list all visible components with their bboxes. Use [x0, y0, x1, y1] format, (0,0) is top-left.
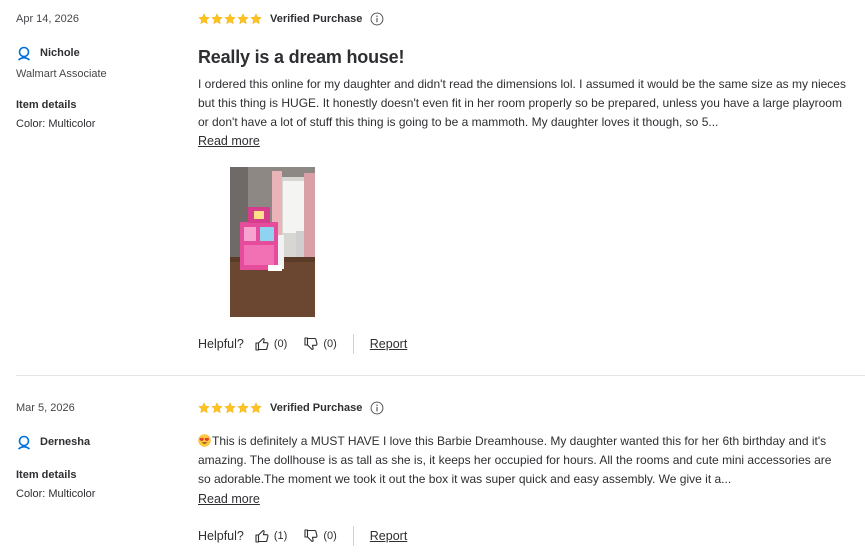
review-body: This is definitely a MUST HAVE I love th… — [198, 434, 832, 486]
helpful-up-button[interactable]: (0) — [254, 336, 287, 352]
helpful-divider — [352, 526, 354, 546]
user-icon — [17, 46, 31, 61]
read-more-link[interactable]: Read more — [198, 492, 260, 506]
helpful-down-count: (0) — [323, 530, 337, 542]
heart-eyes-emoji — [198, 434, 211, 447]
review-title: Really is a dream house! — [198, 47, 405, 67]
helpful-row: Helpful? (0) (0) Report — [198, 334, 407, 354]
reviewer-name: Dernesha — [40, 436, 91, 448]
item-details-label: Item details — [16, 99, 77, 111]
report-link[interactable]: Report — [370, 529, 408, 543]
review-card: Apr 14, 2026 Nichole Walmart Associate I… — [0, 0, 865, 376]
star-icon — [237, 402, 249, 414]
star-icon — [237, 13, 249, 25]
rating-row: Verified Purchase — [198, 401, 384, 415]
review-card: Mar 5, 2026 Dernesha Item details Color:… — [0, 376, 865, 552]
helpful-down-button[interactable]: (0) — [303, 528, 337, 544]
thumbs-up-icon — [255, 529, 269, 543]
review-body: I ordered this online for my daughter an… — [198, 77, 846, 129]
helpful-row: Helpful? (1) (0) Report — [198, 526, 407, 546]
helpful-down-button[interactable]: (0) — [303, 336, 337, 352]
verified-purchase-label: Verified Purchase — [270, 402, 363, 414]
helpful-up-count: (1) — [273, 530, 288, 542]
reviewer: Dernesha — [16, 434, 90, 450]
helpful-up-count: (0) — [273, 338, 288, 350]
helpful-up-button[interactable]: (1) — [254, 528, 287, 544]
item-color: Color: Multicolor — [16, 118, 96, 130]
helpful-down-count: (0) — [323, 338, 337, 350]
star-rating — [198, 13, 262, 25]
star-icon — [250, 13, 262, 25]
verified-purchase-label: Verified Purchase — [270, 13, 363, 25]
star-icon — [224, 402, 236, 414]
user-icon — [17, 435, 31, 450]
rating-row: Verified Purchase — [198, 12, 384, 26]
item-details-label: Item details — [16, 469, 77, 481]
review-photo[interactable] — [230, 167, 315, 317]
info-icon[interactable] — [370, 12, 384, 26]
helpful-divider — [352, 334, 354, 354]
helpful-label: Helpful? — [198, 529, 244, 543]
reviewer: Nichole — [16, 45, 80, 61]
star-icon — [198, 13, 210, 25]
info-icon[interactable] — [370, 401, 384, 415]
review-date: Apr 14, 2026 — [16, 13, 79, 25]
thumbs-up-icon — [255, 337, 269, 351]
star-icon — [224, 13, 236, 25]
reviewer-badge: Walmart Associate — [16, 68, 107, 80]
thumbs-down-icon — [304, 337, 318, 351]
helpful-label: Helpful? — [198, 337, 244, 351]
review-body-container: This is definitely a MUST HAVE I love th… — [198, 432, 846, 489]
report-link[interactable]: Report — [370, 337, 408, 351]
thumbs-down-icon — [304, 529, 318, 543]
star-rating — [198, 402, 262, 414]
star-icon — [198, 402, 210, 414]
review-date: Mar 5, 2026 — [16, 402, 75, 414]
star-icon — [211, 402, 223, 414]
reviewer-name: Nichole — [40, 47, 80, 59]
read-more-link[interactable]: Read more — [198, 134, 260, 148]
review-photo-image — [230, 167, 315, 317]
item-color: Color: Multicolor — [16, 488, 96, 500]
star-icon — [250, 402, 262, 414]
star-icon — [211, 13, 223, 25]
